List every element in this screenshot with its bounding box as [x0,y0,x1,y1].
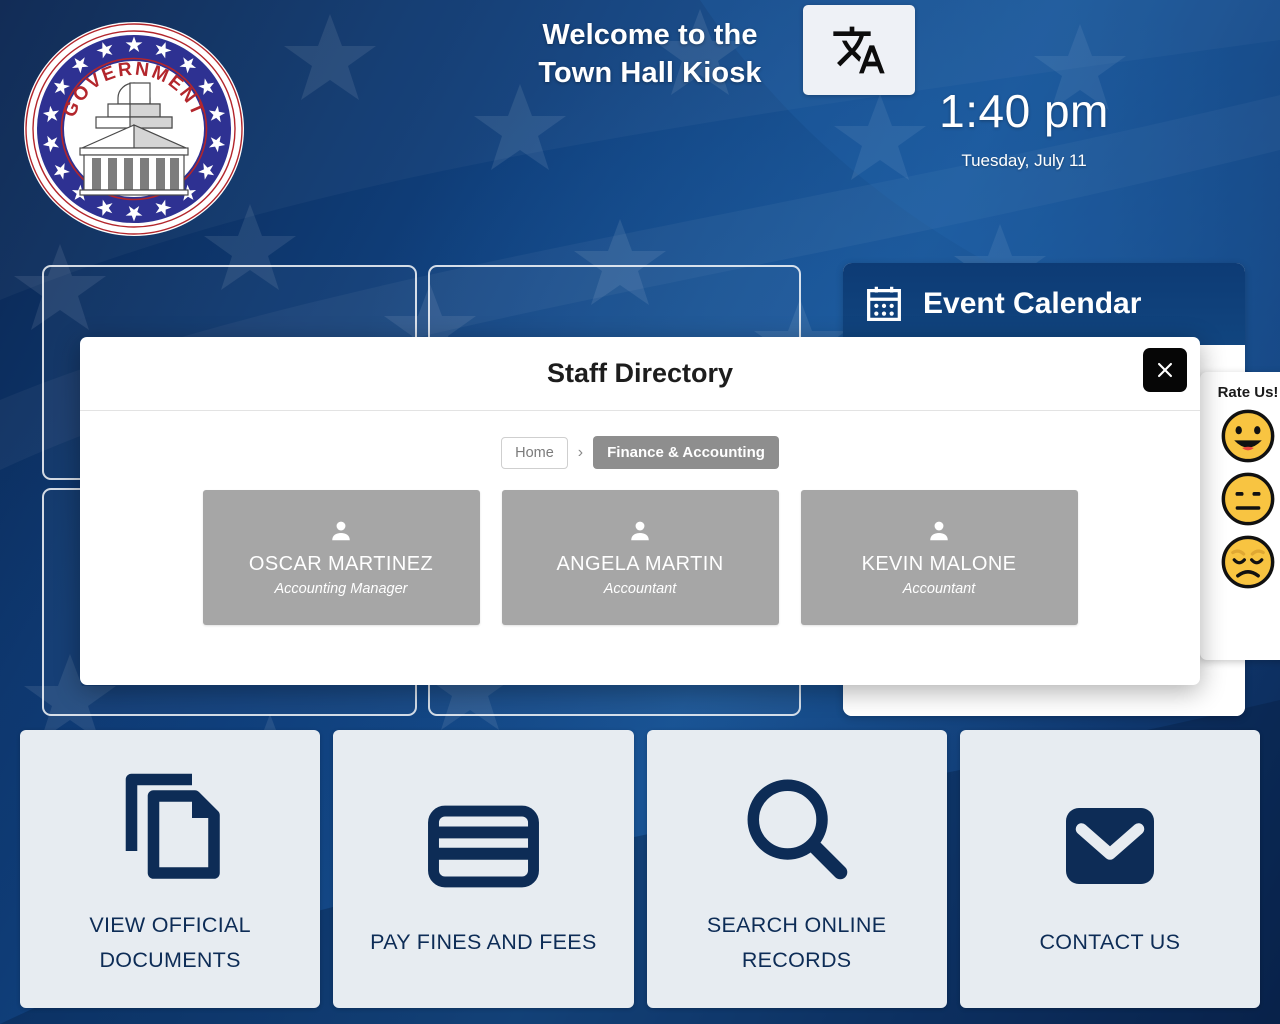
breadcrumb-separator-icon: › [577,443,584,461]
clock-date: Tuesday, July 11 [961,151,1087,170]
documents-copy-icon [125,773,220,879]
bottom-navigation: VIEW OFFICIAL DOCUMENTS PAY FINES AND FE… [0,730,1280,1008]
nav-label: SEARCH ONLINE RECORDS [706,912,887,972]
government-seal-logo: GOVERNMENT [24,22,244,236]
nav-tile-contact-us[interactable]: CONTACT US [959,730,1260,1008]
modal-title: Staff Directory [546,358,734,388]
rate-us-title: Rate Us! [1217,384,1279,401]
modal-close-button[interactable] [1143,348,1187,392]
person-icon [930,521,948,541]
staff-role: Accountant [902,581,976,597]
clock-widget: 1:40 pm Tuesday, July 11 [834,88,1214,171]
sad-face-icon[interactable] [1219,533,1277,591]
welcome-line-2: Town Hall Kiosk [538,57,762,90]
welcome-title: Welcome to the Town Hall Kiosk [505,16,795,93]
happy-face-icon[interactable] [1219,407,1277,465]
clock-time: 1:40 pm [939,85,1109,137]
nav-icon-wrap [421,771,546,921]
translate-language-button[interactable] [803,5,915,95]
nav-tile-pay-fines-and-fees[interactable]: PAY FINES AND FEES [333,730,634,1008]
staff-card[interactable]: KEVIN MALONE Accountant [800,490,1078,625]
modal-header: Staff Directory [80,337,1200,411]
welcome-line-1: Welcome to the [542,19,758,51]
breadcrumb-current-department[interactable]: Finance & Accounting [593,436,779,469]
nav-icon-wrap [734,754,859,904]
staff-role: Accounting Manager [274,581,408,597]
staff-name: ANGELA MARTIN [556,553,724,575]
close-icon [1157,362,1173,378]
nav-label: CONTACT US [1039,930,1181,955]
person-icon [332,521,350,541]
breadcrumb-home-button[interactable]: Home [501,436,568,469]
nav-tile-view-official-documents[interactable]: VIEW OFFICIAL DOCUMENTS [20,730,321,1008]
nav-icon-wrap [104,754,236,904]
nav-icon-wrap [1050,771,1170,921]
staff-role: Accountant [603,581,677,597]
nav-label: PAY FINES AND FEES [370,930,597,955]
nav-tile-search-online-records[interactable]: SEARCH ONLINE RECORDS [646,730,947,1008]
person-icon [631,521,649,541]
neutral-face-icon[interactable] [1219,470,1277,528]
magnifier-icon [747,779,848,880]
event-calendar-title: Event Calendar [923,287,1142,320]
calendar-icon [867,286,901,321]
staff-card[interactable]: OSCAR MARTINEZ Accounting Manager [202,490,480,625]
staff-list: OSCAR MARTINEZ Accounting Manager ANGELA… [80,490,1200,625]
envelope-icon [1065,808,1154,885]
staff-directory-modal: Staff Directory Home › Finance & Account… [80,337,1200,685]
translate-icon [833,26,885,74]
staff-card[interactable]: ANGELA MARTIN Accountant [501,490,779,625]
staff-name: OSCAR MARTINEZ [248,553,434,575]
rate-us-panel: Rate Us! [1200,372,1280,660]
page-header: GOVERNMENT Welcome to the Town Hall Kios… [0,0,1280,250]
breadcrumb: Home › Finance & Accounting [80,436,1200,469]
event-calendar-header: Event Calendar [843,263,1245,345]
staff-name: KEVIN MALONE [861,553,1017,575]
credit-card-icon [427,805,539,888]
nav-label: VIEW OFFICIAL DOCUMENTS [89,912,251,972]
